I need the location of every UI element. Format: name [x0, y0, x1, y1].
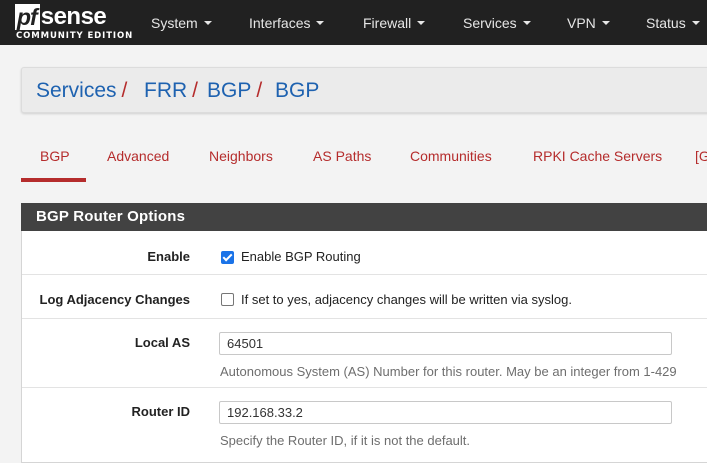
- tab-advanced[interactable]: Advanced: [107, 148, 169, 168]
- breadcrumb-services[interactable]: Services: [36, 79, 117, 102]
- breadcrumb-bgp-current[interactable]: BGP: [275, 79, 319, 102]
- panel-title: BGP Router Options: [21, 203, 707, 231]
- breadcrumb: Services /: [36, 79, 127, 103]
- nav-interfaces-menu[interactable]: Interfaces: [249, 0, 325, 45]
- caret-down-icon: [203, 21, 212, 25]
- logo-pf: pf: [15, 4, 40, 30]
- caret-down-icon: [316, 21, 325, 25]
- nav-status-menu[interactable]: Status: [646, 0, 700, 45]
- nav-system-label: System: [151, 14, 198, 31]
- breadcrumb-bgp[interactable]: BGP: [207, 79, 251, 102]
- local-as-input[interactable]: [219, 332, 672, 355]
- log-adjacency-text: If set to yes, adjacency changes will be…: [241, 292, 572, 307]
- logo-edition: COMMUNITY EDITION: [16, 31, 134, 41]
- tab-neighbors[interactable]: Neighbors: [209, 148, 273, 168]
- enable-bgp-text: Enable BGP Routing: [241, 249, 361, 264]
- nav-status-label: Status: [646, 14, 686, 31]
- nav-firewall-label: Firewall: [363, 14, 412, 31]
- breadcrumb-item: BGP /: [207, 79, 262, 103]
- enable-label: Enable: [147, 249, 190, 264]
- active-tab-indicator: [21, 178, 86, 182]
- breadcrumb-item: FRR /: [144, 79, 198, 103]
- tab-more[interactable]: [G: [695, 148, 707, 168]
- breadcrumb-frr[interactable]: FRR: [144, 79, 187, 102]
- router-id-help: Specify the Router ID, if it is not the …: [220, 433, 471, 448]
- local-as-label: Local AS: [134, 335, 190, 350]
- breadcrumb-item: BGP: [275, 79, 319, 103]
- tab-as-paths[interactable]: AS Paths: [313, 148, 371, 168]
- router-id-label: Router ID: [131, 404, 191, 419]
- row-divider: [22, 274, 707, 275]
- tab-rpki-cache-servers[interactable]: RPKI Cache Servers: [533, 148, 662, 168]
- pfsense-logo[interactable]: pf sense COMMUNITY EDITION: [15, 3, 132, 42]
- nav-services-label: Services: [463, 14, 517, 31]
- caret-down-icon: [691, 21, 700, 25]
- nav-interfaces-label: Interfaces: [249, 14, 311, 31]
- caret-down-icon: [522, 21, 531, 25]
- enable-bgp-checkbox[interactable]: [221, 251, 234, 264]
- local-as-help: Autonomous System (AS) Number for this r…: [220, 364, 677, 379]
- breadcrumb-separator: /: [256, 79, 263, 102]
- logo-wordmark: pf sense: [15, 3, 107, 30]
- log-adjacency-label: Log Adjacency Changes: [39, 292, 191, 307]
- breadcrumb-separator: /: [121, 79, 128, 102]
- row-divider: [22, 387, 707, 388]
- log-adjacency-checkbox[interactable]: [221, 293, 234, 306]
- nav-vpn-label: VPN: [567, 14, 596, 31]
- nav-firewall-menu[interactable]: Firewall: [363, 0, 426, 45]
- nav-vpn-menu[interactable]: VPN: [567, 0, 610, 45]
- breadcrumb-separator: /: [192, 79, 199, 102]
- tab-communities[interactable]: Communities: [410, 148, 492, 168]
- logo-sense: sense: [40, 3, 107, 30]
- row-divider: [22, 318, 707, 319]
- router-id-input[interactable]: [219, 401, 672, 424]
- caret-down-icon: [417, 21, 426, 25]
- nav-system-menu[interactable]: System: [151, 0, 212, 45]
- tab-bgp[interactable]: BGP: [40, 148, 70, 168]
- caret-down-icon: [601, 21, 610, 25]
- nav-services-menu[interactable]: Services: [463, 0, 531, 45]
